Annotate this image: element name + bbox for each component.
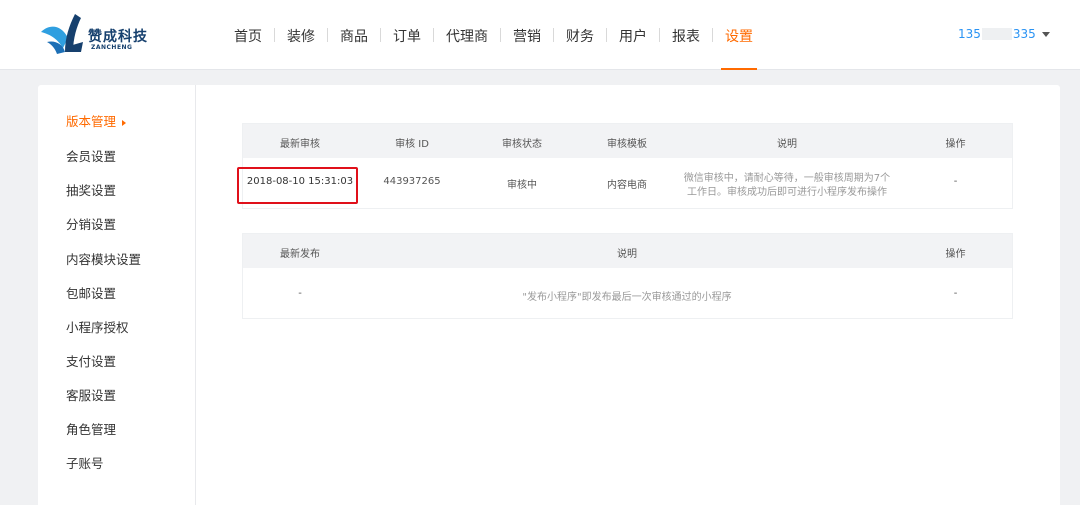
publish-note: "发布小程序"即发布最后一次审核通过的小程序	[522, 292, 732, 303]
publish-table: 最新发布 说明 操作 - "发布小程序"即发布最后一次审核通过的小程序 -	[242, 233, 1013, 319]
brand-logo[interactable]: 赞成科技 ZANCHENG	[35, 12, 185, 58]
logo-mark-icon	[41, 14, 83, 54]
logo-text-en: ZANCHENG	[91, 44, 133, 51]
col-header-review-status: 审核状态	[502, 139, 542, 150]
nav-item-agents[interactable]: 代理商	[434, 0, 500, 70]
sidebar-item-lottery[interactable]: 抽奖设置	[66, 180, 116, 199]
caret-right-icon	[122, 119, 127, 126]
col-header-latest-publish: 最新发布	[280, 249, 320, 260]
main-nav: 首页 装修 商品 订单 代理商 营销 财务 用户 报表 设置	[222, 0, 765, 70]
nav-item-products[interactable]: 商品	[328, 0, 380, 70]
nav-item-finance[interactable]: 财务	[554, 0, 606, 70]
caret-down-icon[interactable]	[1041, 31, 1050, 37]
sidebar-item-free-shipping[interactable]: 包邮设置	[66, 283, 116, 302]
nav-item-marketing[interactable]: 营销	[501, 0, 553, 70]
sidebar-item-sub-accounts[interactable]: 子账号	[66, 453, 104, 472]
nav-item-home[interactable]: 首页	[222, 0, 274, 70]
nav-item-decorate[interactable]: 装修	[275, 0, 327, 70]
col-header-publish-action: 操作	[945, 249, 966, 260]
col-header-latest-review: 最新审核	[280, 139, 320, 150]
nav-item-orders[interactable]: 订单	[381, 0, 433, 70]
top-header: 赞成科技 ZANCHENG 首页 装修 商品 订单 代理商 营销 财务 用户 报…	[0, 0, 1080, 70]
sidebar-item-miniprogram-auth[interactable]: 小程序授权	[66, 317, 129, 336]
sidebar-item-customer-service[interactable]: 客服设置	[66, 385, 116, 404]
sidebar-item-member[interactable]: 会员设置	[66, 146, 116, 165]
user-phone-suffix: 335	[1012, 27, 1036, 41]
col-header-review-template: 审核模板	[607, 139, 647, 150]
review-id: 443937265	[383, 176, 441, 187]
publish-table-header: 最新发布 说明 操作	[243, 234, 1012, 268]
sidebar-item-roles[interactable]: 角色管理	[66, 419, 116, 438]
sidebar-item-distribution[interactable]: 分销设置	[66, 214, 116, 233]
sidebar-item-label: 版本管理	[66, 114, 117, 129]
nav-item-settings[interactable]: 设置	[713, 0, 765, 70]
col-header-action: 操作	[945, 139, 966, 150]
review-template: 内容电商	[607, 180, 647, 191]
sidebar-item-content-module[interactable]: 内容模块设置	[66, 249, 141, 268]
phone-mask	[981, 28, 1012, 40]
review-table-header: 最新审核 审核 ID 审核状态 审核模板 说明 操作	[243, 124, 1012, 158]
settings-sidebar: 版本管理 会员设置 抽奖设置 分销设置 内容模块设置 包邮设置 小程序授权 支付…	[38, 85, 196, 505]
sidebar-item-payment[interactable]: 支付设置	[66, 351, 116, 370]
review-status: 审核中	[507, 180, 537, 191]
user-phone-prefix: 135	[958, 27, 981, 41]
content-panel: 版本管理 会员设置 抽奖设置 分销设置 内容模块设置 包邮设置 小程序授权 支付…	[38, 85, 1060, 505]
nav-item-reports[interactable]: 报表	[660, 0, 712, 70]
col-header-description: 说明	[777, 139, 797, 150]
review-action: -	[953, 176, 958, 187]
logo-text-cn: 赞成科技	[88, 29, 148, 45]
highlight-box	[237, 167, 358, 204]
col-header-publish-description: 说明	[617, 249, 637, 260]
publish-action: -	[953, 288, 958, 299]
publish-latest: -	[298, 288, 302, 299]
col-header-review-id: 审核 ID	[395, 139, 429, 150]
review-note-line1: 微信审核中，请耐心等待，一般审核周期为7个	[683, 173, 891, 184]
nav-item-users[interactable]: 用户	[607, 0, 659, 70]
sidebar-item-version[interactable]: 版本管理	[66, 111, 127, 130]
user-account-menu[interactable]: 135 335	[958, 27, 1050, 41]
review-note-line2: 工作日。审核成功后即可进行小程序发布操作	[687, 187, 887, 198]
